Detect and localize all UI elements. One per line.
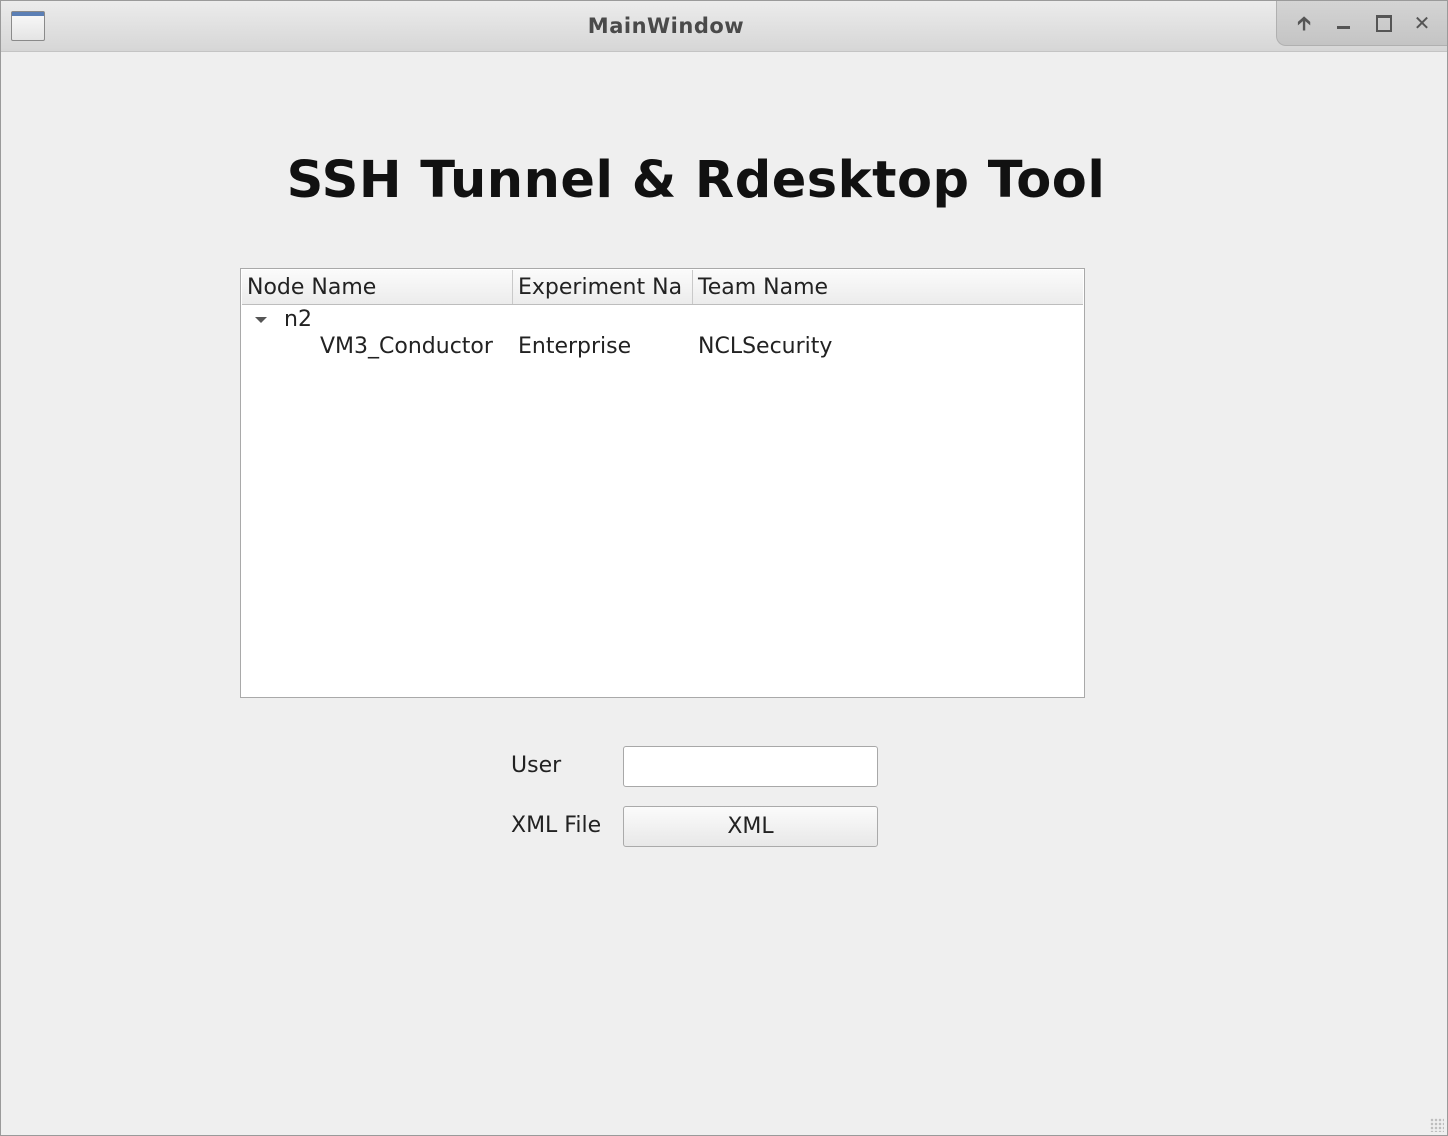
page-title: SSH Tunnel & Rdesktop Tool [286,151,1106,210]
user-label: User [511,753,562,778]
arrow-up-icon[interactable]: 🡱 [1289,9,1319,37]
team-name-cell: NCLSecurity [698,334,833,359]
column-header-node-name[interactable]: Node Name [242,270,513,304]
user-input[interactable] [623,746,878,787]
column-header-experiment-name[interactable]: Experiment Na [513,270,693,304]
resize-grip[interactable] [1430,1118,1444,1132]
tree-header: Node Name Experiment Na Team Name [242,270,1083,305]
minimize-icon[interactable] [1329,9,1359,37]
maximize-icon[interactable] [1369,9,1399,37]
xml-file-button[interactable]: XML [623,806,878,847]
tree-item-label: n2 [284,307,312,332]
tree-row[interactable]: VM3_Conductor Enterprise NCLSecurity [242,333,1083,361]
column-header-team-name[interactable]: Team Name [693,270,1084,304]
main-window: MainWindow 🡱 ✕ SSH Tunnel & Rdesktop Too… [0,0,1448,1136]
node-name-cell: VM3_Conductor [320,334,493,359]
node-tree-view[interactable]: Node Name Experiment Na Team Name n2 VM3… [240,268,1085,698]
title-bar[interactable]: MainWindow 🡱 ✕ [1,1,1447,52]
tree-item-n2[interactable]: n2 [242,306,1083,334]
close-icon[interactable]: ✕ [1407,9,1437,37]
expand-arrow-icon[interactable] [255,317,267,323]
xml-file-label: XML File [511,813,602,838]
window-controls: 🡱 ✕ [1276,1,1447,46]
window-title: MainWindow [587,14,745,38]
experiment-name-cell: Enterprise [518,334,632,359]
